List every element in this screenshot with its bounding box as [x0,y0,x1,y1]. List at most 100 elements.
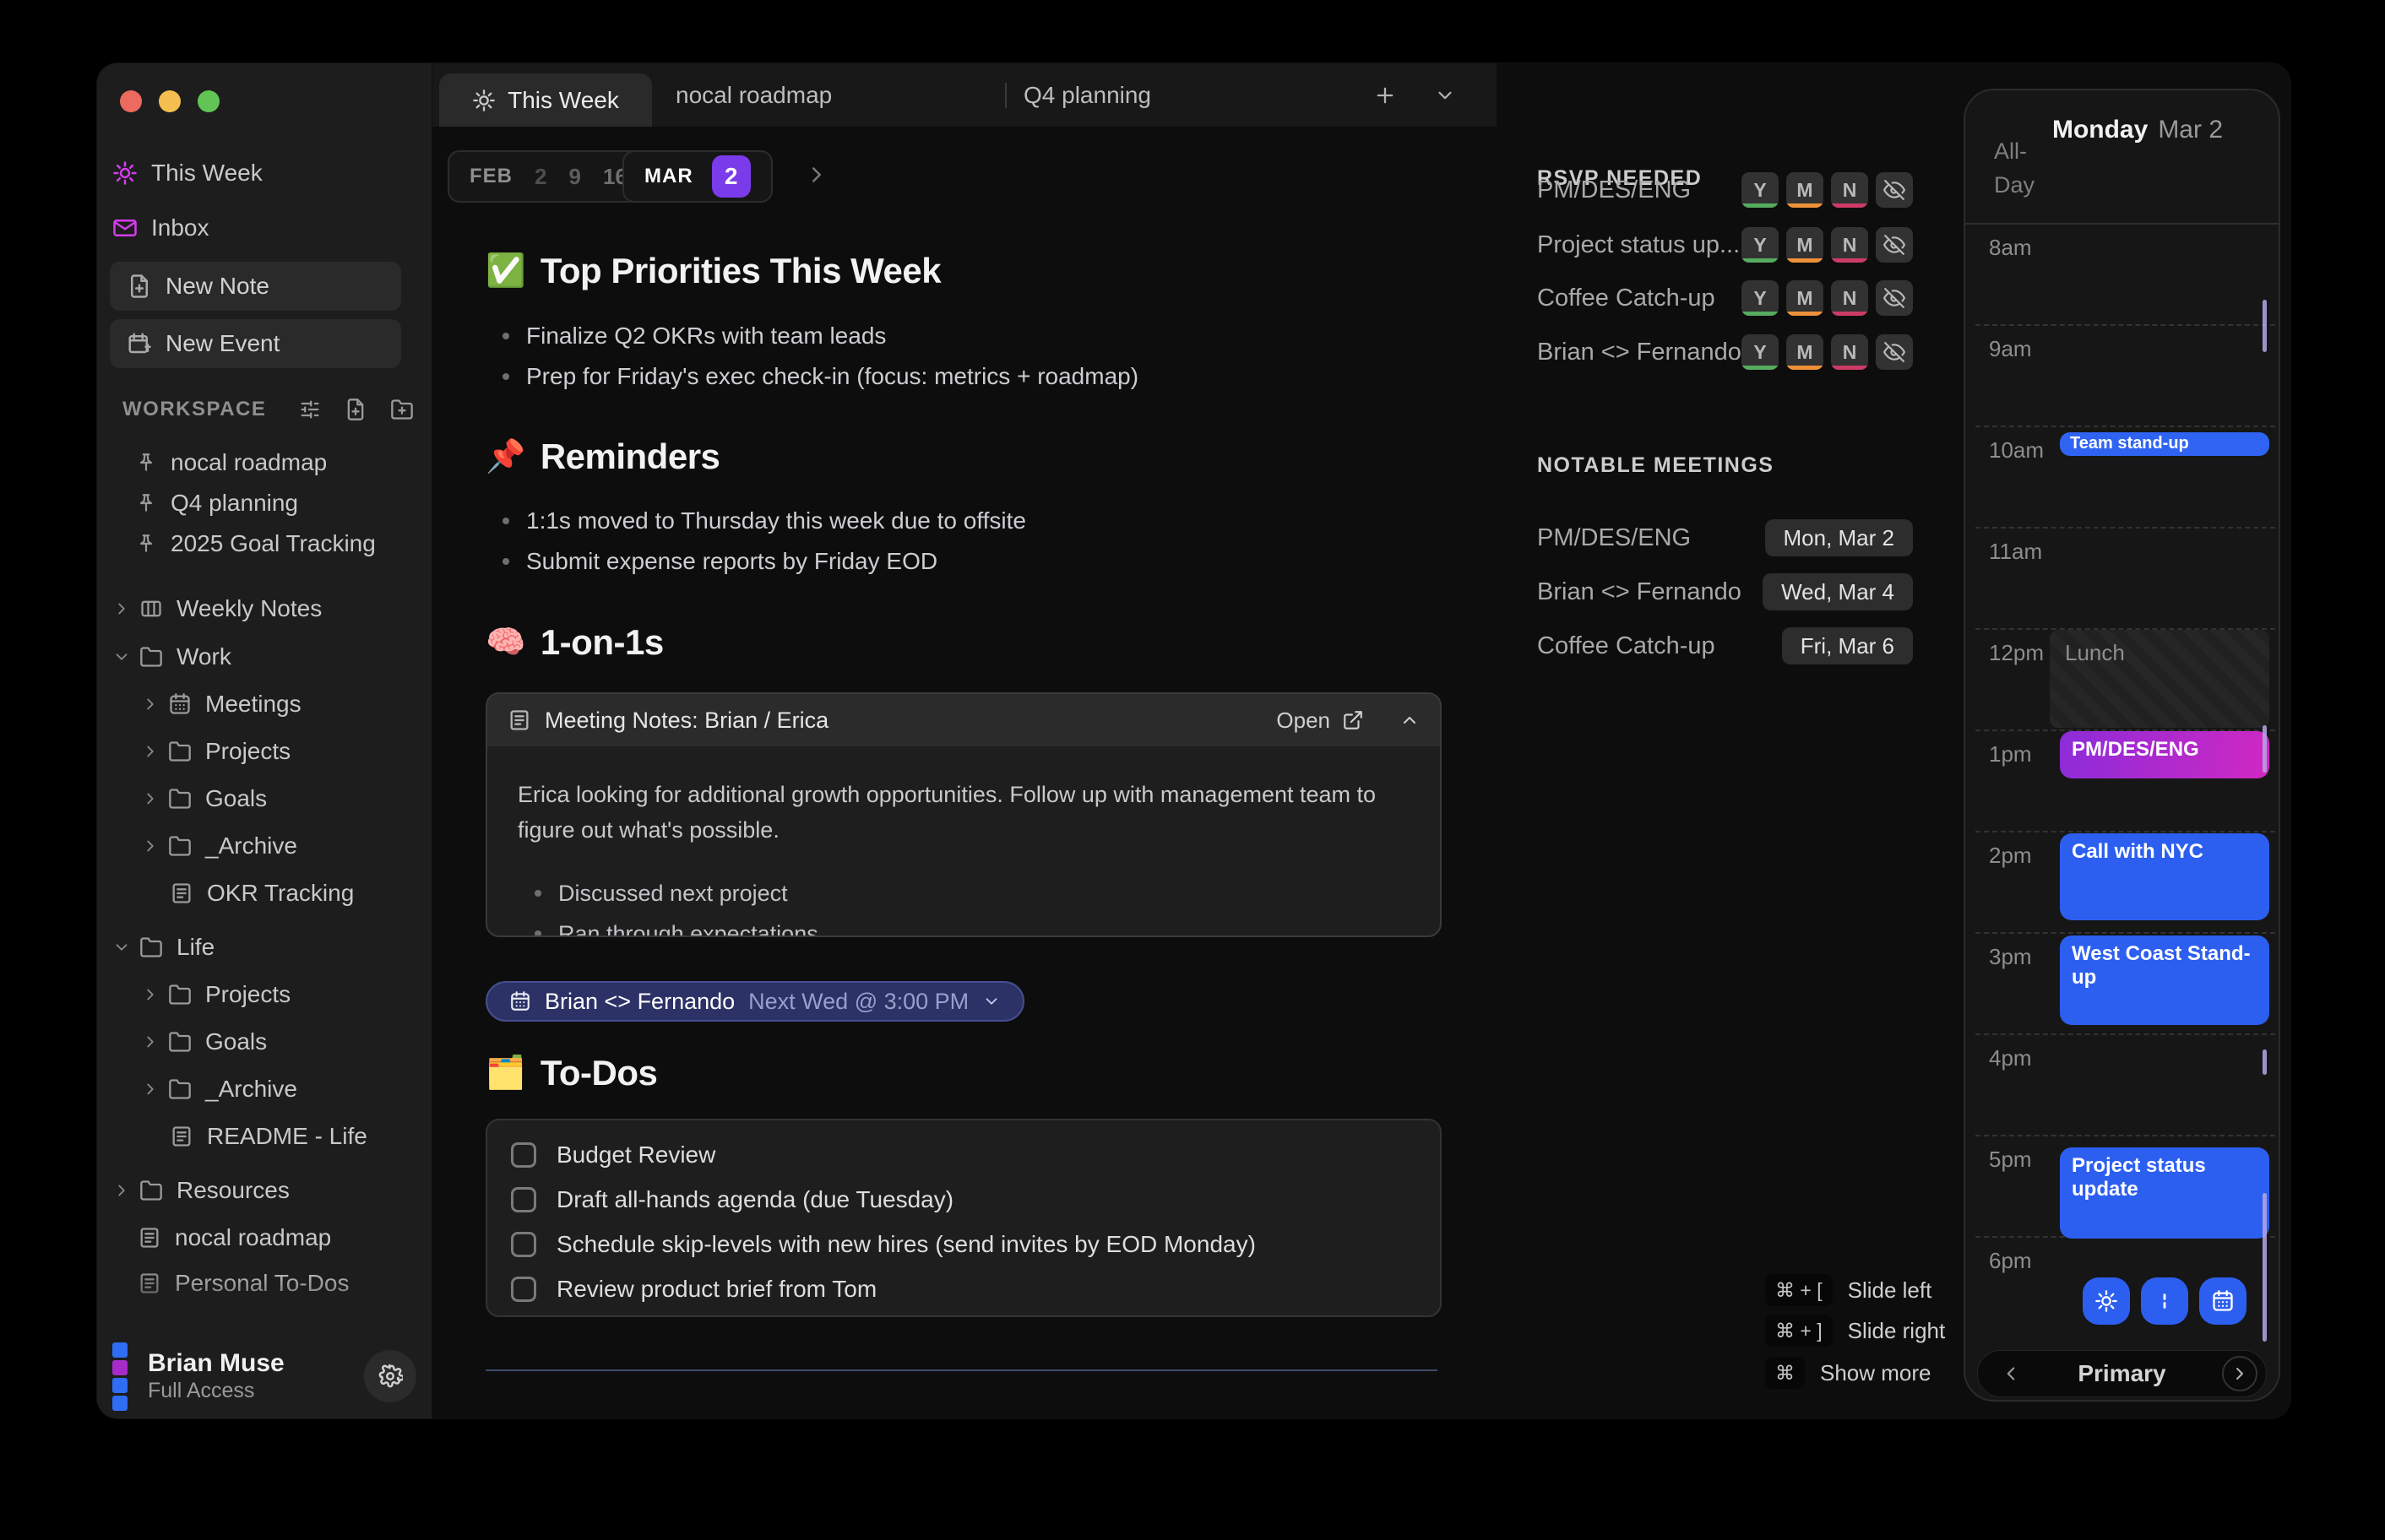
feb-day[interactable]: 2 [535,164,546,190]
list-item[interactable]: Ran through expectations [518,914,1410,937]
rsvp-no-button[interactable]: N [1831,280,1868,316]
sidebar-folder-archive-life[interactable]: _Archive [97,1069,432,1109]
close-button[interactable] [120,90,142,112]
pinned-item[interactable]: Q4 planning [97,483,432,523]
calendar-event-west-coast-standup[interactable]: West Coast Stand-up [2060,935,2269,1025]
chevron-right-icon[interactable] [141,742,160,761]
sidebar-folder-goals-life[interactable]: Goals [97,1022,432,1062]
sliders-icon[interactable] [298,398,322,421]
sidebar-item-weekly-notes[interactable]: Weekly Notes [97,588,432,629]
sidebar-item-readme-life[interactable]: README - Life [97,1116,432,1157]
tab-q4-planning[interactable]: Q4 planning [1024,63,1151,127]
feb-day[interactable]: 9 [568,164,580,190]
rsvp-hide-button[interactable] [1876,334,1913,370]
event-chip-brian-fernando[interactable]: Brian <> Fernando Next Wed @ 3:00 PM [486,981,1024,1022]
list-item[interactable]: Prep for Friday's exec check-in (focus: … [503,360,1138,393]
user-row[interactable]: Brian Muse Full Access [97,1334,432,1418]
sidebar-folder-projects[interactable]: Projects [97,731,432,772]
calendar-event-call-with-nyc[interactable]: Call with NYC [2060,833,2269,920]
meeting-date-pill[interactable]: Fri, Mar 6 [1782,627,1913,664]
zoom-button[interactable] [198,90,220,112]
sidebar-item-okr-tracking[interactable]: OKR Tracking [97,873,432,914]
checkbox[interactable] [511,1232,536,1257]
rsvp-maybe-button[interactable]: M [1786,227,1823,263]
sidebar-folder-goals[interactable]: Goals [97,778,432,819]
folder-plus-icon[interactable] [389,398,415,421]
sidebar-folder-projects-life[interactable]: Projects [97,974,432,1015]
rsvp-no-button[interactable]: N [1831,172,1868,208]
shortcut-label: Slide left [1848,1277,1932,1304]
calendar-event-team-standup[interactable]: Team stand-up [2060,432,2269,456]
todo-label: Schedule skip-levels with new hires (sen… [557,1231,1256,1258]
rsvp-yes-button[interactable]: Y [1741,334,1779,370]
tab-this-week[interactable]: This Week [439,73,652,127]
chevron-right-icon[interactable] [141,789,160,808]
chevron-right-icon[interactable] [141,1033,160,1051]
rsvp-hide-button[interactable] [1876,227,1913,263]
rsvp-hide-button[interactable] [1876,172,1913,208]
list-item[interactable]: Submit expense reports by Friday EOD [503,545,937,578]
chevron-down-icon[interactable] [1434,84,1456,106]
meeting-notes-card-header[interactable]: Meeting Notes: Brian / Erica Open [487,694,1440,746]
chevron-down-icon[interactable] [112,938,131,957]
file-plus-icon[interactable] [344,398,367,421]
new-event-button[interactable]: New Event [110,319,401,368]
sidebar-folder-work[interactable]: Work [97,637,432,677]
today-button[interactable] [2083,1277,2130,1325]
mar-selected-day[interactable]: 2 [712,155,751,198]
calendar-event-lunch[interactable]: Lunch [2050,630,2269,728]
settings-button[interactable] [364,1350,416,1402]
chevron-right-icon[interactable] [141,837,160,855]
list-item[interactable]: Discussed next project [518,873,1410,914]
checkbox[interactable] [511,1187,536,1212]
rsvp-yes-button[interactable]: Y [1741,227,1779,263]
rsvp-yes-button[interactable]: Y [1741,172,1779,208]
more-button[interactable] [2141,1277,2188,1325]
rsvp-maybe-button[interactable]: M [1786,280,1823,316]
list-item[interactable]: Finalize Q2 OKRs with team leads [503,319,886,353]
user-info: Brian Muse Full Access [148,1349,285,1403]
sidebar-item-inbox[interactable]: Inbox [97,208,432,248]
mar-date-group[interactable]: MAR 2 [622,150,773,203]
sidebar-folder-archive[interactable]: _Archive [97,826,432,866]
next-day-button[interactable] [2222,1356,2257,1391]
rsvp-maybe-button[interactable]: M [1786,172,1823,208]
keycap: ⌘ [1765,1357,1805,1389]
chevron-right-icon[interactable] [141,695,160,713]
rsvp-no-button[interactable]: N [1831,334,1868,370]
chevron-up-icon[interactable] [1399,710,1420,730]
checkbox[interactable] [511,1142,536,1168]
plus-icon[interactable] [1373,84,1397,107]
pinned-item[interactable]: nocal roadmap [97,442,432,483]
sidebar-folder-resources[interactable]: Resources [97,1170,432,1211]
checkbox[interactable] [511,1277,536,1302]
sidebar-item-personal-todos[interactable]: Personal To-Dos [97,1263,432,1304]
meeting-date-pill[interactable]: Wed, Mar 4 [1763,573,1913,610]
chevron-right-icon[interactable] [804,162,829,187]
rsvp-no-button[interactable]: N [1831,227,1868,263]
meeting-date-pill[interactable]: Mon, Mar 2 [1765,519,1914,556]
sidebar-item-nocal-roadmap[interactable]: nocal roadmap [97,1217,432,1258]
chevron-right-icon[interactable] [112,1181,131,1200]
pinned-item[interactable]: 2025 Goal Tracking [97,523,432,564]
calendar-event-pm-des-eng[interactable]: PM/DES/ENG [2060,731,2269,778]
rsvp-yes-button[interactable]: Y [1741,280,1779,316]
chevron-left-icon[interactable] [2000,1363,2022,1385]
sidebar-item-meetings[interactable]: Meetings [97,684,432,724]
rsvp-maybe-button[interactable]: M [1786,334,1823,370]
chevron-right-icon[interactable] [141,1080,160,1098]
list-item[interactable]: 1:1s moved to Thursday this week due to … [503,504,1026,538]
open-note-button[interactable]: Open [1276,708,1420,734]
sidebar-folder-life[interactable]: Life [97,927,432,968]
tab-nocal-roadmap[interactable]: nocal roadmap [676,63,832,127]
chevron-down-icon[interactable] [112,648,131,666]
chevron-right-icon[interactable] [141,985,160,1004]
new-note-button[interactable]: New Note [110,262,401,311]
minimize-button[interactable] [159,90,181,112]
chevron-down-icon[interactable] [982,992,1001,1011]
chevron-right-icon[interactable] [112,599,131,618]
calendar-event-project-status-update[interactable]: Project status update [2060,1147,2269,1239]
sidebar-item-this-week[interactable]: This Week [97,153,432,193]
rsvp-hide-button[interactable] [1876,280,1913,316]
calendar-view-button[interactable] [2199,1277,2246,1325]
